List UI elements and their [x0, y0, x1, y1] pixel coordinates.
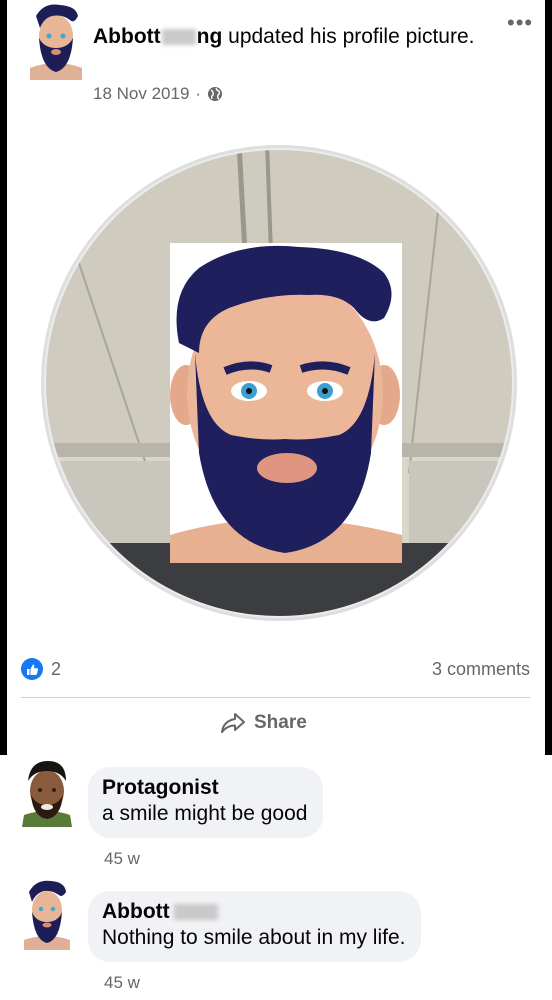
comment-count-link[interactable]: 3 comments — [432, 659, 530, 680]
comment-bubble: Abbott Nothing to smile about in my life… — [88, 891, 422, 962]
comment-author-link[interactable]: Abbott — [102, 899, 405, 924]
comment-author-link[interactable]: Protagonist — [102, 775, 307, 800]
share-label: Share — [254, 712, 307, 733]
commenter-avatar[interactable] — [18, 878, 76, 950]
commenter-avatar[interactable] — [18, 755, 76, 827]
author-name-link[interactable]: Abbott ng — [93, 25, 222, 48]
comment-time[interactable]: 45 w — [104, 849, 140, 869]
post-meta: 18 Nov 2019 · — [93, 84, 223, 104]
globe-icon — [208, 87, 223, 101]
post-date[interactable]: 18 Nov 2019 — [93, 84, 189, 104]
meta-separator: · — [195, 84, 202, 103]
profile-picture[interactable] — [39, 143, 519, 623]
comment-bubble: Protagonist a smile might be good — [88, 767, 324, 838]
reaction-summary[interactable]: 2 — [21, 658, 61, 680]
comments-section: Protagonist a smile might be good 45 w A… — [0, 755, 552, 1000]
comment-time[interactable]: 45 w — [104, 973, 140, 993]
comment-text: a smile might be good — [102, 802, 308, 825]
like-count: 2 — [51, 658, 62, 679]
action-text: updated his profile picture. — [228, 25, 475, 48]
author-avatar[interactable] — [24, 2, 88, 80]
post-headline: Abbott ng updated his profile picture. — [93, 22, 493, 52]
more-options-icon[interactable]: ••• — [507, 12, 537, 38]
thumbs-up-icon — [21, 658, 43, 680]
divider — [21, 697, 530, 698]
share-button[interactable]: Share — [220, 712, 307, 734]
redaction-blur — [173, 904, 218, 921]
redaction-blur — [161, 29, 196, 46]
post-card: ••• Abbott ng updated his profile picture… — [7, 0, 545, 755]
comment-text: Nothing to smile about in my life. — [102, 926, 406, 949]
share-arrow-icon — [221, 713, 245, 733]
